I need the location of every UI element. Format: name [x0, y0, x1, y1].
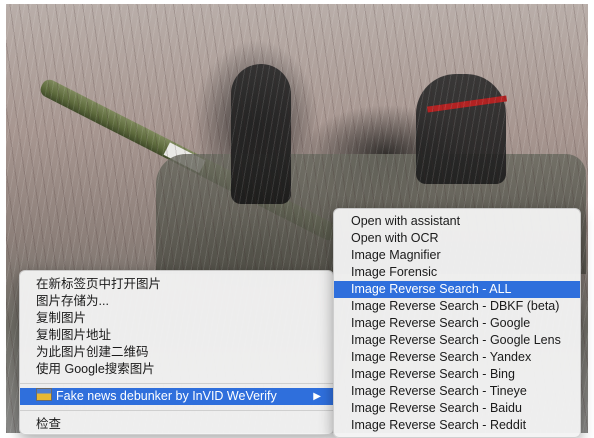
invid-extension-icon [36, 388, 52, 401]
soldier-figure [416, 74, 506, 184]
menu-item-inspect[interactable]: 检查 [20, 416, 333, 433]
menu-item-open-image-new-tab[interactable]: 在新标签页中打开图片 [20, 276, 333, 293]
red-armband [426, 95, 508, 113]
submenu-reverse-search-tineye[interactable]: Image Reverse Search - Tineye [334, 383, 580, 400]
submenu-reverse-search-google[interactable]: Image Reverse Search - Google [334, 315, 580, 332]
menu-item-copy-image-address[interactable]: 复制图片地址 [20, 327, 333, 344]
menu-item-search-google-image[interactable]: 使用 Google搜索图片 [20, 361, 333, 378]
barrel-band [163, 142, 206, 173]
soldier-figure [231, 64, 291, 204]
tank-barrel [37, 76, 341, 243]
submenu-reverse-search-google-lens[interactable]: Image Reverse Search - Google Lens [334, 332, 580, 349]
menu-separator [20, 410, 333, 411]
submenu-open-with-ocr[interactable]: Open with OCR [334, 230, 580, 247]
submenu-image-forensic[interactable]: Image Forensic [334, 264, 580, 281]
submenu-image-magnifier[interactable]: Image Magnifier [334, 247, 580, 264]
submenu-reverse-search-dbkf[interactable]: Image Reverse Search - DBKF (beta) [334, 298, 580, 315]
image-context-menu: 在新标签页中打开图片 图片存储为... 复制图片 复制图片地址 为此图片创建二维… [19, 270, 334, 435]
submenu-reverse-search-all[interactable]: Image Reverse Search - ALL [334, 281, 580, 298]
menu-item-fake-news-debunker[interactable]: Fake news debunker by InVID WeVerify ▶ [20, 388, 333, 405]
menu-item-copy-image[interactable]: 复制图片 [20, 310, 333, 327]
menu-item-create-qr-code[interactable]: 为此图片创建二维码 [20, 344, 333, 361]
menu-item-save-image-as[interactable]: 图片存储为... [20, 293, 333, 310]
submenu-reverse-search-reddit[interactable]: Image Reverse Search - Reddit [334, 417, 580, 434]
extension-item-label: Fake news debunker by InVID WeVerify [56, 389, 277, 403]
submenu-arrow-icon: ▶ [313, 391, 321, 402]
submenu-reverse-search-yandex[interactable]: Image Reverse Search - Yandex [334, 349, 580, 366]
submenu-reverse-search-baidu[interactable]: Image Reverse Search - Baidu [334, 400, 580, 417]
submenu-reverse-search-bing[interactable]: Image Reverse Search - Bing [334, 366, 580, 383]
submenu-open-with-assistant[interactable]: Open with assistant [334, 213, 580, 230]
menu-separator [20, 383, 333, 384]
invid-submenu: Open with assistant Open with OCR Image … [333, 208, 581, 438]
